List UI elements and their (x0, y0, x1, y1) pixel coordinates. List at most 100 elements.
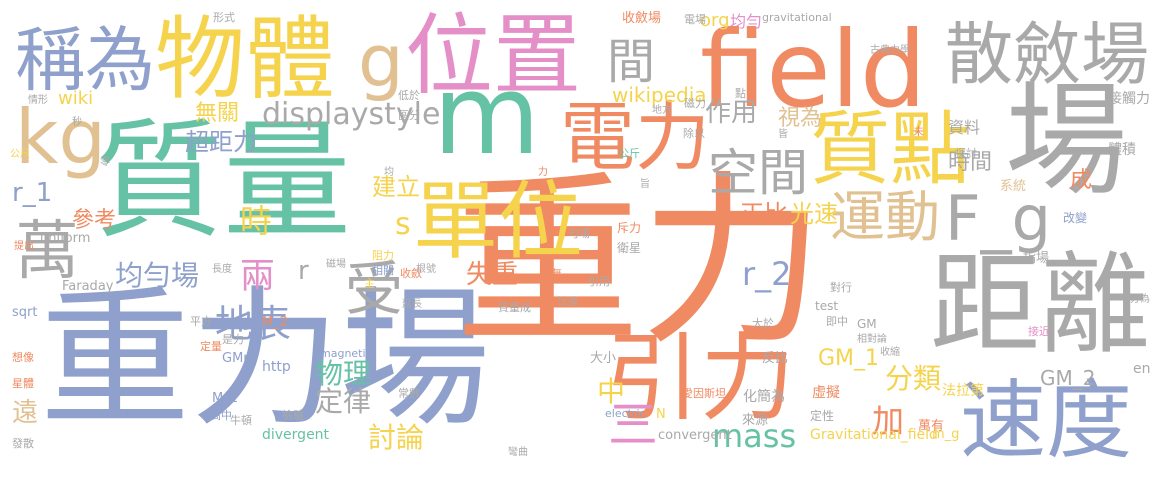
word-cloud-term: 電場 (684, 13, 706, 26)
word-cloud-term: divergent (262, 427, 330, 443)
word-cloud-term: 系統 (1000, 179, 1027, 194)
word-cloud-term: 定性 (810, 409, 835, 423)
word-cloud-term: 比值 (558, 297, 578, 308)
word-cloud-term: 建立 (372, 173, 420, 201)
word-cloud-term: 衛星 (617, 241, 642, 255)
word-cloud-term: 斥力 (617, 221, 642, 235)
word-cloud-term: electric (605, 407, 646, 420)
word-cloud-term: 磁力 (684, 97, 706, 110)
word-cloud-term: 討論 (368, 421, 425, 454)
word-cloud-term: 平方 (190, 315, 212, 328)
word-cloud-term: r_2 (742, 255, 792, 293)
word-cloud-term: test (815, 299, 839, 313)
word-cloud-term: M_2 (262, 315, 288, 330)
word-cloud-term: 相對論 (857, 334, 887, 345)
word-cloud-term: Gravitational_field (810, 427, 938, 443)
word-cloud-term: m (433, 51, 541, 179)
word-cloud-term: Faraday (62, 279, 114, 294)
word-cloud-term: 物理 (315, 357, 372, 390)
word-cloud-term: 秒 (72, 117, 82, 128)
word-cloud-term: 速度 (960, 371, 1132, 471)
word-cloud-term: 法拉第 (942, 383, 984, 399)
word-cloud-term: 低於 (398, 89, 420, 102)
word-cloud-term: 點 (735, 87, 746, 100)
word-cloud-term: 接近 (1028, 325, 1050, 338)
word-cloud-term: 定量 (200, 340, 222, 353)
word-cloud-term: 改變 (1063, 211, 1088, 225)
word-cloud-term: 高中 (210, 409, 232, 422)
word-cloud-term: http (262, 359, 291, 375)
word-cloud-term: M_1 (212, 391, 238, 406)
word-cloud-term: 延長 (402, 299, 422, 310)
word-cloud-term: 遠 (12, 398, 39, 428)
word-cloud-term: 引用 (588, 275, 610, 288)
word-cloud-term: 古典力學 (870, 45, 910, 56)
word-cloud-term: 間 (607, 34, 656, 90)
word-cloud-term: g (358, 19, 404, 103)
word-cloud-term: 均 (384, 167, 394, 178)
word-cloud-term: N (656, 407, 666, 422)
word-cloud-term: 兩 (240, 257, 276, 297)
word-cloud-term: 對行 (830, 281, 852, 294)
word-cloud-term: 距離 (930, 241, 1150, 369)
word-cloud-term: 參考 (72, 208, 117, 233)
word-cloud-term: 大於 (752, 317, 774, 330)
word-cloud-term: 無關 (195, 101, 240, 126)
word-cloud-term: 中 (597, 375, 626, 408)
word-cloud-term: GM_2 (1040, 366, 1096, 390)
word-cloud-term: 旨 (640, 179, 650, 190)
word-cloud-term: 彎曲 (508, 447, 528, 458)
word-cloud-term: 區分 (398, 109, 420, 122)
word-cloud-term: GM (857, 317, 877, 331)
word-cloud-term: gravitational (762, 11, 832, 24)
word-cloud-term: wiki (58, 88, 94, 109)
word-cloud-term: uniform (40, 231, 91, 246)
word-cloud-term: 相關 (372, 264, 394, 277)
word-cloud-term: 空間 (708, 144, 808, 202)
word-cloud-term: 即中 (826, 315, 848, 328)
word-cloud-term: 未 (913, 125, 924, 138)
word-cloud-term: 發散 (12, 437, 34, 450)
word-cloud-term: 質量成 (498, 301, 531, 314)
word-cloud-term: 接觸力 (1108, 91, 1150, 107)
word-cloud-term: r_1 (12, 178, 53, 208)
word-cloud-term: 萬 (15, 215, 79, 289)
word-cloud-term: 長度 (212, 264, 232, 275)
word-cloud: 重力場 重力 field 質量 位置 物體 稱為 m 單位 引力 場 距離 速度… (0, 0, 1175, 482)
word-cloud-term: 分類 (885, 362, 942, 395)
word-cloud-term: 牛頓 (230, 414, 252, 427)
word-cloud-term: 零 (100, 157, 110, 168)
word-cloud-term: 愛因斯坦 (682, 387, 726, 400)
word-cloud-term: r (298, 256, 309, 286)
word-cloud-term: 光速 (790, 200, 838, 228)
word-cloud-term: 皆 (778, 129, 788, 140)
word-cloud-term: 正比 (740, 200, 788, 228)
word-cloud-term: 常數 (398, 387, 420, 400)
word-cloud-term: 探討 (955, 147, 977, 160)
word-cloud-term: en (1133, 361, 1151, 377)
word-cloud-term: 阻力 (372, 249, 394, 262)
word-cloud-term: kg (15, 93, 107, 181)
word-cloud-term: 體積 (1108, 142, 1136, 158)
word-cloud-term: 指場 (1023, 251, 1050, 266)
word-cloud-term: 運動 (830, 185, 941, 249)
word-cloud-term: 勻場 (568, 227, 590, 240)
word-cloud-term: 磁場 (326, 259, 346, 270)
word-cloud-term: 情形 (28, 95, 48, 106)
word-cloud-term: 星體 (12, 377, 34, 390)
word-cloud-term: 失重 (466, 260, 519, 290)
word-cloud-term: 公斤 (618, 147, 640, 160)
word-cloud-term: 檢驗 (282, 409, 304, 422)
word-cloud-term: 分為 (1130, 294, 1150, 305)
word-cloud-term: 單位 (413, 173, 584, 272)
word-cloud-term: 成 (1070, 168, 1093, 193)
word-cloud-term: 散斂場 (945, 16, 1150, 95)
word-cloud-term: 地方 (652, 105, 672, 116)
word-cloud-term: convergent (658, 428, 732, 443)
word-cloud-term: 質點 (810, 103, 970, 196)
word-cloud-term: 提出 (14, 241, 34, 252)
word-cloud-term: 化簡為 (743, 389, 785, 405)
word-cloud-term: 稱為 (15, 19, 155, 101)
word-cloud-term: 資料 (948, 118, 981, 137)
word-cloud-term: s (395, 207, 411, 242)
